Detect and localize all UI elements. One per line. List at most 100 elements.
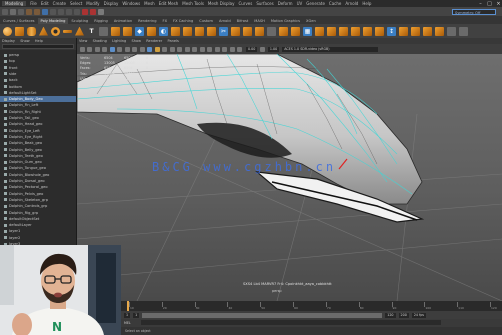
poly-pyramid-icon[interactable] bbox=[75, 26, 84, 36]
connect-icon[interactable] bbox=[243, 26, 252, 36]
harden-edge-icon[interactable] bbox=[375, 26, 384, 36]
edge-loop-icon[interactable] bbox=[255, 26, 264, 36]
maximize-icon[interactable]: □ bbox=[486, 1, 493, 7]
menu-item[interactable]: Generate bbox=[306, 1, 325, 6]
save-scene-icon[interactable] bbox=[18, 8, 24, 15]
shelf-menu-icon[interactable] bbox=[459, 26, 468, 36]
colorspace-dropdown[interactable]: ACES 1.0 SDR-video (sRGB) bbox=[282, 46, 379, 52]
wireframe-on-shaded-icon[interactable] bbox=[162, 46, 167, 52]
menu-item[interactable]: Deform bbox=[278, 1, 293, 6]
snap-point-icon[interactable] bbox=[66, 8, 72, 15]
uv-editor-icon[interactable]: ▦ bbox=[303, 26, 312, 36]
separate-icon[interactable] bbox=[123, 26, 132, 36]
outliner-menu-show[interactable]: Show bbox=[20, 39, 29, 43]
new-scene-icon[interactable] bbox=[2, 8, 8, 15]
boolean-icon[interactable]: ◐ bbox=[159, 26, 168, 36]
xray-joints-icon[interactable] bbox=[229, 46, 235, 52]
outliner-menu-display[interactable]: Display bbox=[2, 39, 15, 43]
redo-icon[interactable] bbox=[34, 8, 40, 15]
snap-curve-icon[interactable] bbox=[58, 8, 64, 15]
fill-hole-icon[interactable] bbox=[207, 26, 216, 36]
poly-torus-icon[interactable] bbox=[51, 26, 60, 36]
menu-item[interactable]: Mesh bbox=[144, 1, 155, 6]
symmetry-field[interactable]: Symmetry: Off bbox=[452, 8, 496, 15]
ipr-render-icon[interactable] bbox=[90, 8, 96, 15]
menu-item[interactable]: Help bbox=[362, 1, 371, 6]
backface-culling-icon[interactable] bbox=[237, 46, 242, 52]
menu-item[interactable]: Windows bbox=[122, 1, 140, 6]
poly-cone-icon[interactable] bbox=[39, 26, 48, 36]
planar-map-icon[interactable] bbox=[315, 26, 324, 36]
isolate-select-icon[interactable] bbox=[214, 46, 220, 52]
command-language-label[interactable]: MEL bbox=[124, 321, 131, 325]
menu-item[interactable]: Curves bbox=[238, 1, 252, 6]
close-icon[interactable]: × bbox=[495, 1, 502, 7]
minimize-icon[interactable]: – bbox=[477, 1, 484, 7]
freeze-transform-icon[interactable] bbox=[411, 26, 420, 36]
menu-item[interactable]: Mesh Tools bbox=[182, 1, 204, 6]
shadows-icon[interactable] bbox=[184, 46, 190, 52]
extrude-icon[interactable] bbox=[171, 26, 180, 36]
multi-cut-icon[interactable]: ✂ bbox=[219, 26, 228, 36]
gamma-icon[interactable] bbox=[259, 46, 265, 52]
normals-icon[interactable]: ↕ bbox=[387, 26, 396, 36]
xray-icon[interactable] bbox=[222, 46, 227, 52]
combine-icon[interactable] bbox=[111, 26, 120, 36]
menu-item[interactable]: Create bbox=[53, 1, 66, 6]
3d-viewport[interactable] bbox=[77, 54, 502, 301]
shelf-options-icon[interactable] bbox=[447, 26, 456, 36]
gamma-field[interactable]: 1.00 bbox=[267, 46, 280, 52]
select-mode-icon[interactable] bbox=[42, 8, 48, 15]
menu-item[interactable]: Edit bbox=[41, 1, 49, 6]
merge-icon[interactable] bbox=[279, 26, 288, 36]
end-frame-field[interactable]: 200 bbox=[398, 312, 409, 318]
menu-item[interactable]: Surfaces bbox=[256, 1, 273, 6]
start-frame-field[interactable]: 1 bbox=[124, 312, 131, 318]
soften-edge-icon[interactable] bbox=[363, 26, 372, 36]
time-slider[interactable]: 10 20 30 40 50 60 70 80 90 100 110 120 bbox=[121, 301, 502, 311]
range-slider[interactable] bbox=[142, 312, 383, 318]
cylindrical-map-icon[interactable] bbox=[327, 26, 336, 36]
outliner-menu-help[interactable]: Help bbox=[35, 39, 43, 43]
menu-item[interactable]: Display bbox=[104, 1, 119, 6]
reverse-normals-icon[interactable] bbox=[399, 26, 408, 36]
snap-grid-icon[interactable] bbox=[50, 8, 56, 15]
automatic-map-icon[interactable] bbox=[351, 26, 360, 36]
poly-sphere-icon[interactable] bbox=[3, 26, 12, 36]
anti-aliasing-icon[interactable] bbox=[207, 46, 212, 52]
open-scene-icon[interactable] bbox=[10, 8, 16, 15]
playhead[interactable] bbox=[127, 301, 129, 311]
motion-blur-icon[interactable] bbox=[199, 46, 205, 52]
menu-item[interactable]: Arnold bbox=[345, 1, 358, 6]
poly-plane-icon[interactable] bbox=[63, 29, 72, 33]
viewport-menu-panels[interactable]: Panels bbox=[168, 39, 179, 43]
viewport-menu-renderer[interactable]: Renderer bbox=[146, 39, 162, 43]
menu-item[interactable]: File bbox=[30, 1, 37, 6]
center-pivot-icon[interactable] bbox=[423, 26, 432, 36]
ambient-occlusion-icon[interactable] bbox=[192, 46, 197, 52]
collapse-icon[interactable] bbox=[291, 26, 300, 36]
undo-icon[interactable] bbox=[26, 8, 32, 15]
snap-surface-icon[interactable] bbox=[74, 8, 80, 15]
viewport-menu-shading[interactable]: Shading bbox=[93, 39, 107, 43]
command-input[interactable] bbox=[141, 320, 441, 325]
delete-history-icon[interactable] bbox=[435, 26, 444, 36]
exposure-field[interactable]: 0.00 bbox=[246, 46, 258, 52]
svg-tool-icon[interactable] bbox=[99, 26, 108, 36]
menu-item[interactable]: Select bbox=[70, 1, 82, 6]
poly-cube-icon[interactable] bbox=[15, 26, 24, 36]
lights-icon[interactable] bbox=[177, 46, 182, 52]
menu-item[interactable]: Mesh Display bbox=[208, 1, 235, 6]
mode-selector[interactable]: Modeling bbox=[2, 1, 27, 6]
viewport-menu-view[interactable]: View bbox=[79, 39, 87, 43]
menu-item[interactable]: UV bbox=[297, 1, 303, 6]
range-start-field[interactable]: 1 bbox=[133, 312, 140, 318]
render-icon[interactable] bbox=[82, 8, 88, 15]
menu-item[interactable]: Edit Mesh bbox=[159, 1, 179, 6]
menu-item[interactable]: Modify bbox=[86, 1, 99, 6]
textured-icon[interactable] bbox=[169, 46, 175, 52]
quad-draw-icon[interactable] bbox=[267, 26, 276, 36]
range-end-field[interactable]: 120 bbox=[385, 312, 396, 318]
viewport-menu-lighting[interactable]: Lighting bbox=[112, 39, 126, 43]
outliner-search-input[interactable] bbox=[2, 44, 74, 49]
